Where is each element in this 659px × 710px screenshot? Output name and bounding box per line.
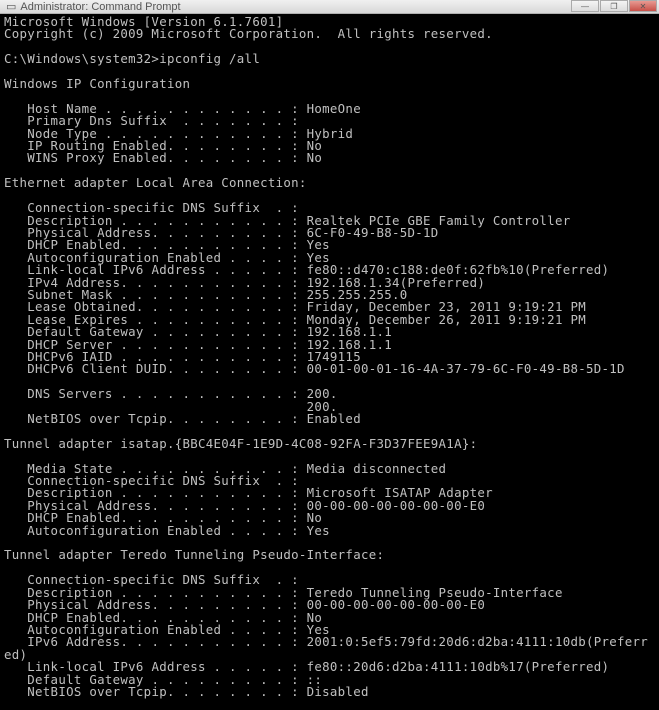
a3-ipv6: IPv6 Address. . . . . . . . . . . : 2001… <box>4 634 648 661</box>
prompt-command: C:\Windows\system32>ipconfig /all <box>4 51 260 66</box>
maximize-button[interactable]: ❐ <box>600 0 628 12</box>
ethernet-adapter-title: Ethernet adapter Local Area Connection: <box>4 175 307 190</box>
terminal-output[interactable]: Microsoft Windows [Version 6.1.7601] Cop… <box>0 14 659 710</box>
a3-netbios: NetBIOS over Tcpip. . . . . . . . : Disa… <box>4 684 369 699</box>
window-controls: — ❐ ✕ <box>571 0 657 12</box>
copyright-line: Copyright (c) 2009 Microsoft Corporation… <box>4 26 493 41</box>
isatap-adapter-title: Tunnel adapter isatap.{BBC4E04F-1E9D-4C0… <box>4 436 477 451</box>
cmd-icon: ▭ <box>6 0 16 13</box>
wins-proxy: WINS Proxy Enabled. . . . . . . . : No <box>4 150 322 165</box>
command-prompt-window: ▭ Administrator: Command Prompt — ❐ ✕ Mi… <box>0 0 659 710</box>
window-title: Administrator: Command Prompt <box>20 1 180 13</box>
a1-dhcpv6-duid: DHCPv6 Client DUID. . . . . . . . : 00-0… <box>4 361 625 376</box>
close-button[interactable]: ✕ <box>629 0 657 12</box>
ip-configuration-title: Windows IP Configuration <box>4 76 190 91</box>
teredo-adapter-title: Tunnel adapter Teredo Tunneling Pseudo-I… <box>4 547 384 562</box>
titlebar: ▭ Administrator: Command Prompt — ❐ ✕ <box>0 0 659 14</box>
a1-netbios: NetBIOS over Tcpip. . . . . . . . : Enab… <box>4 411 361 426</box>
minimize-button[interactable]: — <box>571 0 599 12</box>
a2-autoconfig: Autoconfiguration Enabled . . . . : Yes <box>4 523 330 538</box>
terminal-content: Microsoft Windows [Version 6.1.7601] Cop… <box>4 16 655 710</box>
